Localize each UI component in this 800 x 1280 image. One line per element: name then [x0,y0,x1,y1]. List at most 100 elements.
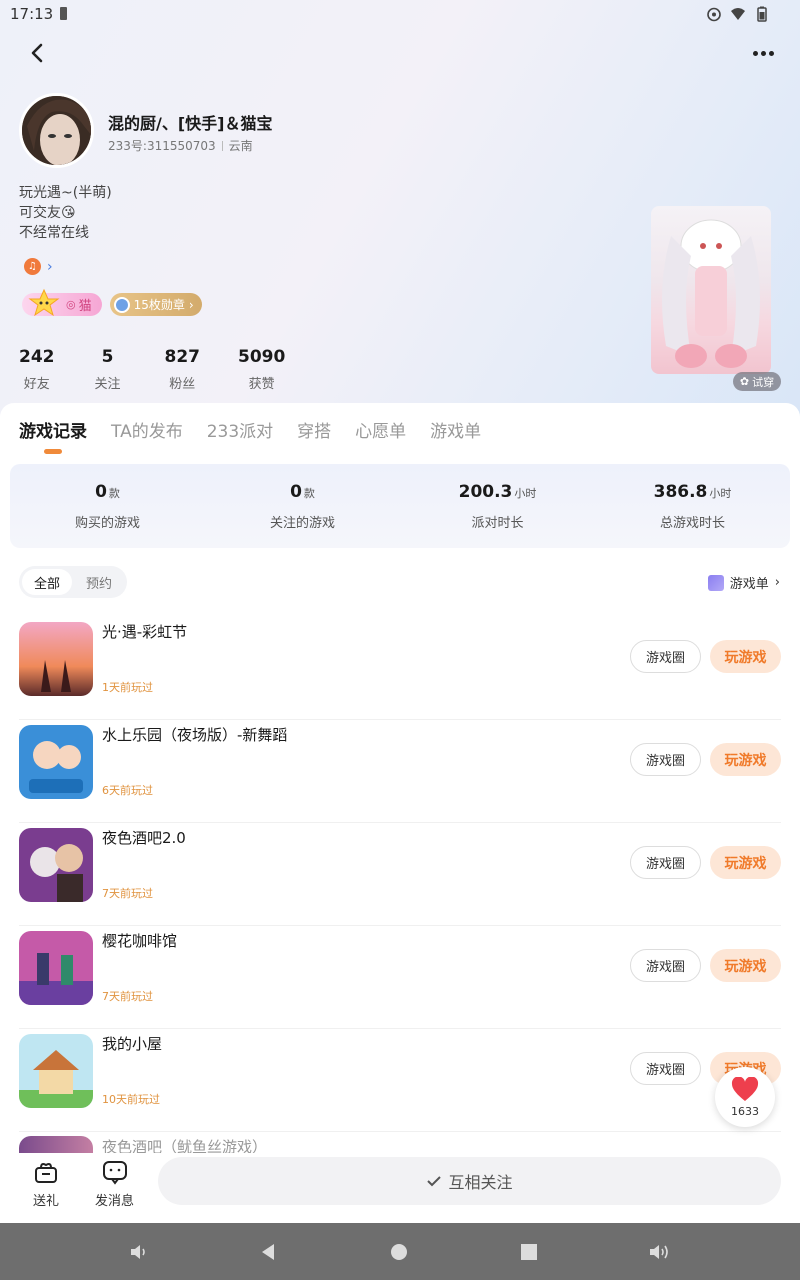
stat-fans[interactable]: 827 粉丝 [165,347,201,392]
more-options-button[interactable] [748,40,778,66]
stats-row: 242 好友 5 关注 827 粉丝 5090 获赞 [19,347,325,392]
game-row[interactable]: 水上乐园（夜场版）-新舞蹈 6天前玩过 游戏圈 玩游戏 [19,720,781,823]
recents-nav-icon[interactable] [518,1241,540,1263]
content-panel: 游戏记录 TA的发布 233派对 穿搭 心愿单 游戏单 0款 购买的游戏 0款 … [0,403,800,1223]
game-icon [19,828,93,902]
game-name: 光·遇-彩虹节 [102,623,188,641]
candy-icon: ◎ [66,298,76,311]
summary-unit: 小时 [514,486,537,500]
home-nav-icon[interactable] [388,1241,410,1263]
avatar[interactable] [19,93,94,168]
play-game-button[interactable]: 玩游戏 [710,846,781,879]
try-on-button[interactable]: ✿ 试穿 [733,372,781,391]
game-icon [19,931,93,1005]
game-circle-button[interactable]: 游戏圈 [630,846,701,879]
more-dot-icon [768,50,774,56]
game-name: 樱花咖啡馆 [102,932,178,950]
game-circle-button[interactable]: 游戏圈 [630,743,701,776]
user-meta: 233号:311550703 云南 [108,137,253,154]
stat-likes[interactable]: 5090 获赞 [238,347,285,392]
tab-indicator [44,449,62,454]
status-time: 17:13 [10,5,54,23]
game-row[interactable]: 光·遇-彩虹节 1天前玩过 游戏圈 玩游戏 [19,617,781,720]
summary-total-hours: 386.8 小时 总游戏时长 [595,464,790,548]
back-button[interactable] [22,38,52,68]
tab-wishlist[interactable]: 心愿单 [355,417,406,442]
like-button[interactable]: 1633 [715,1067,775,1127]
tag-badge-icon: ♫ [24,258,41,275]
tab-game-records[interactable]: 游戏记录 [19,417,87,442]
summary-label: 总游戏时长 [659,515,725,531]
game-circle-button[interactable]: 游戏圈 [630,1052,701,1085]
stat-value: 5090 [238,347,286,367]
stat-following[interactable]: 5 关注 [95,347,121,392]
game-name: 水上乐园（夜场版）-新舞蹈 [102,726,288,744]
volume-up-icon[interactable] [648,1241,672,1263]
chevron-right-icon: › [774,575,780,590]
game-last-played: 1天前玩过 [102,681,153,694]
gift-button[interactable]: 送礼 [33,1159,59,1209]
stat-friends[interactable]: 242 好友 [19,347,55,392]
tab-party[interactable]: 233派对 [207,417,273,442]
battery-icon [757,6,767,22]
avatar-figure[interactable] [651,206,771,374]
gift-icon [35,1163,57,1183]
play-game-button[interactable]: 玩游戏 [710,949,781,982]
cat-badge[interactable]: ◎ 猫 [22,288,102,317]
medal-badge[interactable]: 15枚勋章 › [109,293,202,316]
message-label: 发消息 [95,1194,135,1209]
heart-icon [731,1076,759,1101]
back-nav-icon[interactable] [258,1241,280,1263]
chevron-left-icon [31,43,43,63]
medal-badge-label: 15枚勋章 [133,298,185,312]
sim-icon [60,7,67,20]
wifi-icon [731,8,745,20]
summary-party-hours: 200.3 小时 派对时长 [400,464,595,548]
tab-gamelists[interactable]: 游戏单 [430,417,481,442]
tag-row[interactable]: ♫ › [24,258,53,275]
game-row[interactable]: 夜色酒吧2.0 7天前玩过 游戏圈 玩游戏 [19,823,781,926]
summary-value: 0 [290,481,302,502]
tab-outfits[interactable]: 穿搭 [297,417,331,442]
stat-value: 242 [19,347,55,367]
character-figure-image [662,219,760,368]
stat-label: 粉丝 [169,377,196,392]
summary-value: 0 [95,481,107,502]
summary-unit: 款 [108,486,120,500]
gamelist-link[interactable]: 游戏单 › [707,573,780,592]
badge-row: ◎ 猫 15枚勋章 › [22,288,202,317]
game-last-played: 10天前玩过 [102,1093,160,1106]
tab-bar: 游戏记录 TA的发布 233派对 穿搭 心愿单 游戏单 [19,417,481,442]
game-icon [19,622,93,696]
game-row[interactable]: 我的小屋 10天前玩过 游戏圈 玩游戏 [19,1029,781,1132]
tab-posts[interactable]: TA的发布 [111,417,183,442]
medal-icon [113,296,130,313]
game-circle-button[interactable]: 游戏圈 [630,949,701,982]
game-icon [19,725,93,799]
summary-purchased: 0款 购买的游戏 [10,464,205,548]
game-row[interactable]: 樱花咖啡馆 7天前玩过 游戏圈 玩游戏 [19,926,781,1029]
game-list: 光·遇-彩虹节 1天前玩过 游戏圈 玩游戏 水上乐园（夜场版）-新舞蹈 6天前玩… [0,617,800,1132]
play-game-button[interactable]: 玩游戏 [710,743,781,776]
summary-unit: 小时 [709,486,732,500]
shirt-icon: ✿ [739,375,750,388]
user-id: 233号:311550703 [108,139,216,153]
chevron-right-icon: › [47,258,53,275]
filter-reserve[interactable]: 预约 [74,569,124,595]
stat-label: 获赞 [248,377,275,392]
bottom-action-bar: 送礼 发消息 互相关注 [0,1153,800,1223]
star-character-icon [28,288,60,317]
filter-toggle: 全部 预约 [19,566,128,598]
summary-followed: 0款 关注的游戏 [205,464,400,548]
message-button[interactable]: 发消息 [95,1159,134,1209]
summary-label: 关注的游戏 [269,515,335,531]
chat-bubble-icon [102,1161,127,1185]
mutual-follow-button[interactable]: 互相关注 [158,1157,781,1205]
play-game-button[interactable]: 玩游戏 [710,640,781,673]
game-circle-button[interactable]: 游戏圈 [630,640,701,673]
game-summary: 0款 购买的游戏 0款 关注的游戏 200.3 小时 派对时长 386.8 小时 总… [10,464,790,548]
summary-unit: 款 [303,486,315,500]
filter-all[interactable]: 全部 [22,569,73,595]
volume-down-icon[interactable] [128,1241,150,1263]
gift-label: 送礼 [33,1194,60,1209]
